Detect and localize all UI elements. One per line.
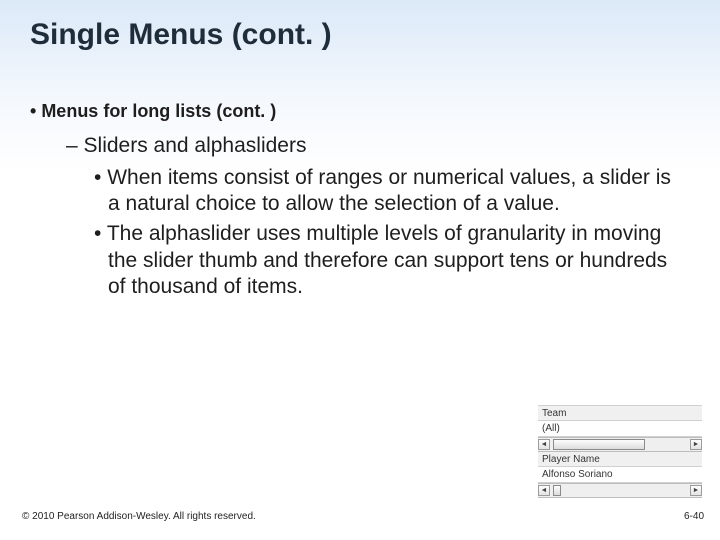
arrow-right-icon[interactable]: ► — [690, 439, 702, 450]
slider-thumb-team[interactable] — [553, 439, 645, 450]
slide: Single Menus (cont. ) Menus for long lis… — [0, 0, 720, 540]
widget-label-team: Team — [538, 406, 702, 420]
slider-thumb-player[interactable] — [553, 485, 561, 496]
bullet-level2: Sliders and alphasliders — [66, 133, 696, 159]
slider-track-team[interactable]: ◄ ► — [538, 437, 702, 452]
bullet-level3-b: The alphaslider uses multiple levels of … — [108, 221, 696, 300]
footer-copyright: © 2010 Pearson Addison-Wesley. All right… — [22, 511, 256, 522]
widget-value-player: Alfonso Soriano — [538, 466, 702, 483]
arrow-left-icon[interactable]: ◄ — [538, 485, 550, 496]
slide-content: Menus for long lists (cont. ) Sliders an… — [30, 100, 696, 304]
widget-label-player: Player Name — [538, 452, 702, 466]
slide-title: Single Menus (cont. ) — [30, 18, 332, 52]
slider-mid-player[interactable] — [550, 485, 690, 496]
arrow-left-icon[interactable]: ◄ — [538, 439, 550, 450]
slider-mid-team[interactable] — [550, 439, 690, 450]
widget-value-team: (All) — [538, 420, 702, 437]
footer-page-number: 6-40 — [684, 511, 704, 522]
alphaslider-widget: Team (All) ◄ ► Player Name Alfonso Soria… — [538, 405, 702, 498]
arrow-right-icon[interactable]: ► — [690, 485, 702, 496]
slider-track-player[interactable]: ◄ ► — [538, 483, 702, 498]
bullet-level1: Menus for long lists (cont. ) — [30, 100, 696, 123]
bullet-level3-a: When items consist of ranges or numerica… — [108, 165, 696, 218]
